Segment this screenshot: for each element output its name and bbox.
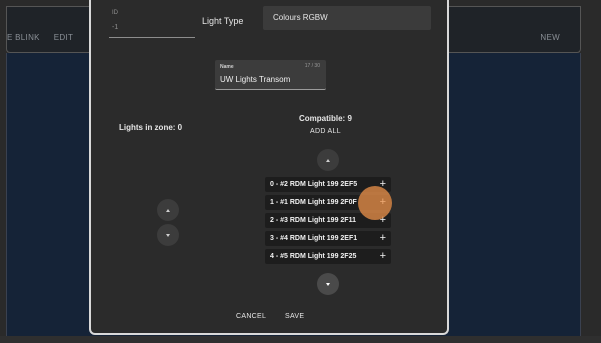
light-item[interactable]: 3 - #4 RDM Light 199 2EF1 +: [265, 231, 391, 246]
save-button[interactable]: SAVE: [285, 313, 304, 320]
compatible-scroll-up-button[interactable]: [317, 149, 339, 171]
name-field-value: UW Lights Transom: [220, 75, 291, 84]
light-item-label: 2 - #3 RDM Light 199 2F11: [270, 217, 356, 224]
name-char-counter: 17 / 30: [304, 63, 320, 69]
compatible-scroll-down-button[interactable]: [317, 273, 339, 295]
light-type-value: Colours RGBW: [273, 13, 328, 22]
light-item-label: 3 - #4 RDM Light 199 2EF1: [270, 235, 358, 242]
light-type-label: Light Type: [202, 16, 244, 26]
id-field[interactable]: ID -1: [109, 0, 195, 38]
cancel-button[interactable]: CANCEL: [236, 313, 266, 320]
light-item[interactable]: 4 - #5 RDM Light 199 2F25 +: [265, 249, 391, 264]
light-item-label: 4 - #5 RDM Light 199 2F25: [270, 253, 357, 260]
chevron-up-icon: [166, 208, 170, 212]
light-item-label: 0 - #2 RDM Light 199 2EF5: [270, 181, 358, 188]
bottom-strip: [0, 336, 601, 343]
lights-in-zone-label: Lights in zone: 0: [119, 123, 183, 132]
light-item-label: 1 - #1 RDM Light 199 2F0F: [270, 199, 357, 206]
id-field-label: ID: [112, 10, 118, 16]
zone-scroll-up-button[interactable]: [157, 199, 179, 221]
nav-item-blink[interactable]: E BLINK: [7, 33, 40, 42]
app-nav: E BLINK EDIT: [7, 33, 87, 42]
chevron-down-icon: [166, 233, 170, 237]
name-field[interactable]: Name 17 / 30 UW Lights Transom: [215, 60, 326, 90]
light-type-select[interactable]: Colours RGBW: [263, 6, 431, 30]
compatible-label: Compatible: 9: [299, 114, 352, 123]
zone-scroll-down-button[interactable]: [157, 224, 179, 246]
click-ripple: [358, 186, 392, 220]
chevron-down-icon: [326, 282, 330, 286]
nav-item-edit[interactable]: EDIT: [54, 33, 73, 42]
new-button[interactable]: NEW: [540, 33, 560, 42]
add-light-button[interactable]: +: [380, 249, 386, 264]
chevron-up-icon: [326, 158, 330, 162]
name-field-label: Name: [220, 64, 234, 70]
add-light-button[interactable]: +: [380, 231, 386, 246]
id-field-value: -1: [112, 24, 119, 31]
edit-zone-dialog: ID -1 Light Type Colours RGBW Name 17 / …: [89, 0, 449, 335]
add-all-button[interactable]: ADD ALL: [310, 128, 341, 135]
